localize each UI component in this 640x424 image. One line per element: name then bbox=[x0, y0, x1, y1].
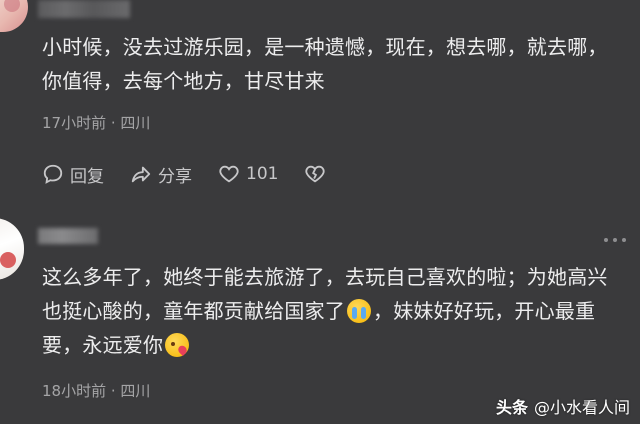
like-button[interactable]: 101 bbox=[218, 163, 278, 185]
avatar[interactable] bbox=[0, 218, 24, 280]
comment-time: 18小时前 bbox=[42, 382, 107, 400]
comment-location: 四川 bbox=[120, 114, 151, 132]
more-dots-icon[interactable] bbox=[604, 238, 626, 242]
comment-location: 四川 bbox=[120, 382, 151, 400]
watermark-handle: @小水看人间 bbox=[533, 398, 630, 417]
share-arrow-icon bbox=[131, 166, 151, 183]
reply-label: 回复 bbox=[70, 166, 104, 187]
username-blurred[interactable] bbox=[38, 228, 98, 244]
watermark: 头条 @小水看人间 bbox=[496, 394, 630, 418]
comment-bubble-icon bbox=[43, 164, 63, 184]
comment-time: 17小时前 bbox=[42, 114, 107, 132]
kissing-face-emoji bbox=[165, 333, 190, 357]
heart-icon bbox=[219, 165, 239, 183]
like-count: 101 bbox=[246, 164, 279, 184]
comment-text: 这么多年了，她终于能去旅游了，去玩自己喜欢的啦；为她高兴也挺心酸的，童年都贡献给… bbox=[42, 260, 612, 362]
share-label: 分享 bbox=[158, 166, 192, 187]
reply-button[interactable]: 回复 bbox=[42, 162, 104, 187]
comment-meta: 17小时前 · 四川 bbox=[42, 114, 151, 132]
broken-heart-icon bbox=[305, 165, 326, 183]
username-blurred[interactable] bbox=[38, 0, 130, 18]
share-button[interactable]: 分享 bbox=[130, 162, 192, 187]
comment-meta: 18小时前 · 四川 bbox=[42, 382, 151, 400]
dislike-button[interactable] bbox=[304, 163, 332, 185]
watermark-brand: 头条 bbox=[495, 398, 528, 417]
avatar[interactable] bbox=[0, 0, 28, 32]
comment-text: 小时候，没去过游乐园，是一种遗憾，现在，想去哪，就去哪，你值得，去每个地方，甘尽… bbox=[42, 35, 608, 93]
comment-actions: 回复 分享 101 bbox=[42, 160, 358, 188]
crying-face-emoji bbox=[347, 299, 371, 323]
